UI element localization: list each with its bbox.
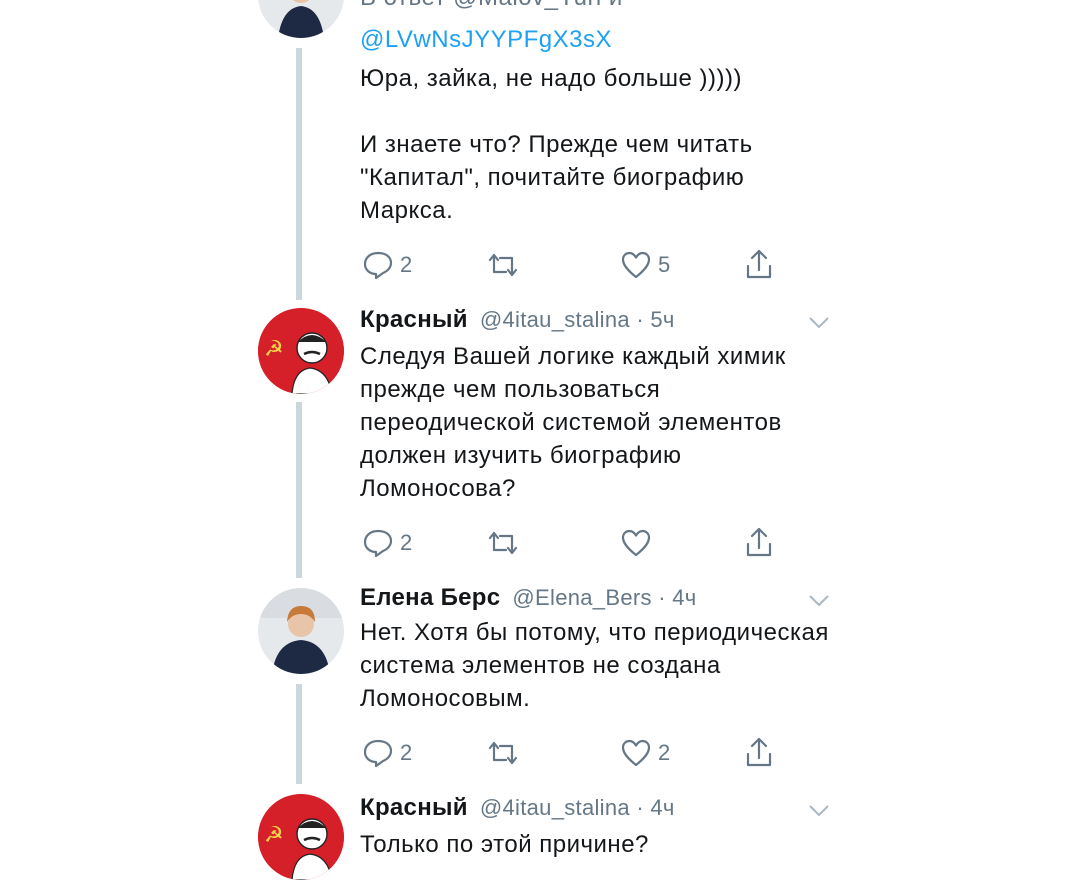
thread-connector — [296, 684, 302, 784]
reply-button[interactable]: 2 — [362, 738, 412, 768]
avatar-elena-bers[interactable] — [258, 588, 344, 674]
like-button[interactable]: 2 — [620, 738, 670, 768]
share-button[interactable] — [744, 248, 774, 280]
share-icon — [744, 248, 774, 280]
tweet-header: Елена Берс @Elena_Bers · 4ч — [360, 584, 697, 612]
reply-to-prefix: В ответ @Malov_Yuri и — [360, 0, 623, 11]
reply-button[interactable]: 2 — [362, 528, 412, 558]
reply-count: 2 — [400, 740, 413, 765]
author-name[interactable]: Елена Берс — [360, 584, 500, 611]
share-icon — [744, 526, 774, 558]
reply-icon — [362, 528, 394, 558]
retweet-icon — [486, 252, 520, 278]
tweet-text: Юра, зайка, не надо больше ))))) И знает… — [360, 65, 753, 224]
tweet-text: Нет. Хотя бы потому, что периодическая с… — [360, 619, 829, 712]
reply-handle-link[interactable]: @LVwNsJYYPFgX3sX — [360, 26, 612, 53]
avatar-krasny[interactable]: ☭ — [258, 794, 344, 880]
like-button[interactable] — [620, 528, 658, 558]
retweet-icon — [486, 530, 520, 556]
svg-text:☭: ☭ — [264, 823, 284, 848]
share-button[interactable] — [744, 736, 774, 768]
like-count: 5 — [658, 252, 671, 277]
avatar-krasny[interactable]: ☭ — [258, 308, 344, 394]
svg-text:☭: ☭ — [264, 337, 284, 362]
heart-icon — [620, 528, 652, 558]
heart-icon — [620, 738, 652, 768]
chevron-down-icon[interactable] — [808, 804, 830, 818]
retweet-button[interactable] — [486, 252, 526, 278]
reply-count: 2 — [400, 252, 413, 277]
author-meta: @4itau_stalina · 4ч — [479, 795, 675, 820]
like-count: 2 — [658, 740, 671, 765]
reply-to-line: В ответ @Malov_Yuri и — [360, 0, 623, 12]
tweet-text: Следуя Вашей логике каждый химик прежде … — [360, 343, 786, 502]
author-meta: @Elena_Bers · 4ч — [512, 585, 697, 610]
retweet-icon — [486, 740, 520, 766]
author-meta: @4itau_stalina · 5ч — [479, 307, 675, 332]
author-name[interactable]: Красный — [360, 306, 468, 333]
avatar-elena-bers[interactable] — [258, 0, 344, 38]
tweet-header: Красный @4itau_stalina · 4ч — [360, 794, 675, 822]
heart-icon — [620, 250, 652, 280]
reply-icon — [362, 250, 394, 280]
reply-button[interactable]: 2 — [362, 250, 412, 280]
chevron-down-icon[interactable] — [808, 316, 830, 330]
reply-to-handle[interactable]: @LVwNsJYYPFgX3sX — [360, 26, 612, 54]
chevron-down-icon[interactable] — [808, 594, 830, 608]
share-icon — [744, 736, 774, 768]
reply-count: 2 — [400, 530, 413, 555]
author-name[interactable]: Красный — [360, 794, 468, 821]
thread-connector — [296, 402, 302, 578]
reply-icon — [362, 738, 394, 768]
thread-connector — [296, 48, 302, 300]
share-button[interactable] — [744, 526, 774, 558]
tweet-header: Красный @4itau_stalina · 5ч — [360, 306, 675, 334]
like-button[interactable]: 5 — [620, 250, 670, 280]
tweet-text: Только по этой причине? — [360, 831, 649, 858]
retweet-button[interactable] — [486, 530, 526, 556]
retweet-button[interactable] — [486, 740, 526, 766]
